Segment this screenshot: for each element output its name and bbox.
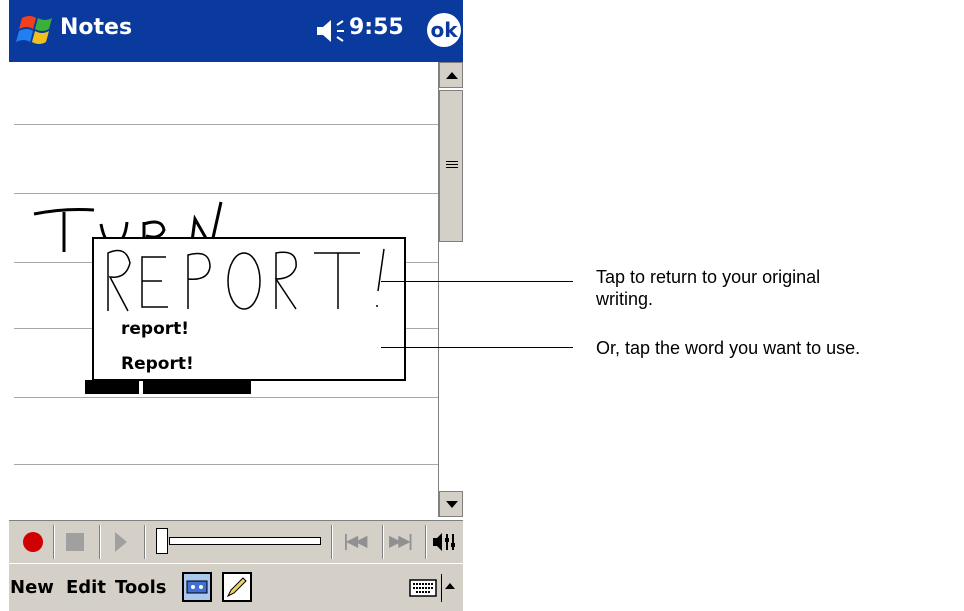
suggestion-item[interactable]: report! [121, 319, 189, 339]
recognition-alternates-popup: report! Report! [92, 237, 406, 381]
original-writing-ink[interactable] [96, 241, 402, 317]
toolbar-separator [99, 525, 101, 559]
ok-button[interactable]: ok [427, 13, 461, 47]
grip-line [446, 167, 458, 168]
callout-line [381, 281, 573, 282]
sip-separator [441, 574, 442, 602]
vertical-scrollbar[interactable] [438, 62, 464, 517]
recording-mode-button[interactable] [182, 572, 212, 602]
app-title: Notes [60, 15, 133, 40]
grip-line [446, 161, 458, 162]
speaker-settings-icon[interactable] [431, 530, 457, 554]
scroll-down-button[interactable] [439, 491, 463, 517]
callout-original-writing: Tap to return to your original writing. [596, 266, 820, 310]
menu-tools[interactable]: Tools [115, 577, 167, 598]
ruled-line [14, 397, 438, 398]
arrow-down-icon [446, 501, 458, 508]
scroll-up-button[interactable] [439, 62, 463, 88]
toolbar-separator [382, 525, 384, 559]
pen-mode-button[interactable] [222, 572, 252, 602]
selection-block [85, 380, 139, 394]
pencil-icon [226, 577, 247, 598]
stop-button[interactable] [66, 533, 84, 551]
cassette-icon [186, 580, 208, 594]
ruled-line [14, 464, 438, 465]
ruled-line [14, 124, 438, 125]
menu-bar: New Edit Tools [9, 563, 463, 611]
scroll-thumb[interactable] [439, 90, 463, 242]
grip-line [446, 164, 458, 165]
recording-toolbar: |◀◀ ▶▶| [9, 520, 463, 563]
record-button[interactable] [23, 532, 43, 552]
windows-start-icon[interactable] [12, 6, 62, 56]
pocket-pc-screen: Notes 9:55 ok report! Report! |◀◀ ▶▶| Ne… [9, 0, 464, 611]
toolbar-separator [331, 525, 333, 559]
callout-line [381, 347, 573, 348]
arrow-up-icon [446, 72, 458, 79]
clock[interactable]: 9:55 [349, 15, 404, 40]
suggestion-item[interactable]: Report! [121, 354, 194, 374]
title-bar: Notes 9:55 ok [9, 0, 463, 62]
skip-forward-icon[interactable]: ▶▶| [389, 531, 414, 550]
toolbar-separator [425, 525, 427, 559]
menu-new[interactable]: New [10, 577, 54, 598]
toolbar-separator [144, 525, 146, 559]
sip-up-arrow-icon[interactable] [445, 583, 455, 589]
callout-text-line: Tap to return to your original [596, 267, 821, 287]
selection-block [143, 380, 251, 394]
toolbar-separator [53, 525, 55, 559]
menu-edit[interactable]: Edit [66, 577, 106, 598]
callout-text-line: writing. [596, 289, 654, 309]
speaker-volume-icon[interactable] [315, 18, 347, 44]
keyboard-icon[interactable] [409, 578, 437, 598]
skip-back-icon[interactable]: |◀◀ [343, 531, 368, 550]
volume-slider-thumb[interactable] [156, 528, 168, 554]
volume-slider-track[interactable] [169, 537, 321, 545]
callout-choose-word: Or, tap the word you want to use. [596, 338, 861, 358]
play-button[interactable] [115, 532, 127, 552]
